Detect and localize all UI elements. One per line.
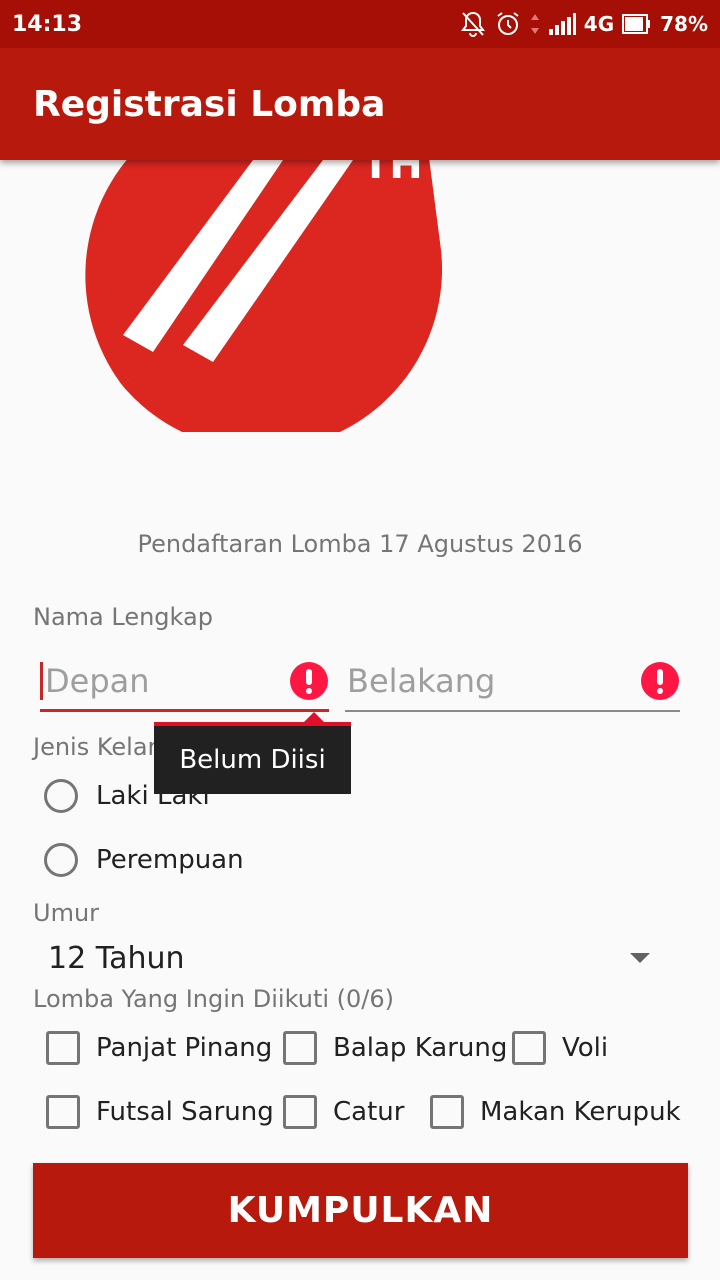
checkbox-box[interactable] — [283, 1031, 317, 1065]
dropdown-arrow-icon — [630, 953, 650, 963]
app-title: Registrasi Lomba — [33, 83, 386, 125]
radio-label: Perempuan — [96, 845, 244, 875]
app-bar: Registrasi Lomba — [0, 48, 720, 160]
competition-label: Lomba Yang Ingin Diikuti (0/6) — [33, 985, 394, 1013]
checkbox-label: Balap Karung — [333, 1033, 508, 1063]
mute-icon — [460, 10, 486, 38]
radio-circle[interactable] — [44, 843, 78, 877]
data-arrows-icon — [530, 12, 540, 36]
logo-emblem: TH — [85, 130, 442, 432]
last-name-error-icon[interactable] — [640, 661, 680, 701]
checkbox-balap-karung[interactable]: Balap Karung — [283, 1031, 507, 1065]
status-bar: 14:13 4G 78% — [0, 0, 720, 48]
checkbox-box[interactable] — [283, 1095, 317, 1129]
first-name-field[interactable]: Depan — [40, 652, 329, 712]
radio-perempuan[interactable]: Perempuan — [44, 843, 244, 877]
checkbox-makan-kerupuk[interactable]: Makan Kerupuk — [430, 1095, 681, 1129]
last-name-field[interactable]: Belakang — [345, 652, 680, 712]
checkbox-box[interactable] — [46, 1095, 80, 1129]
error-tooltip: Belum Diisi — [154, 726, 351, 794]
page-subtitle: Pendaftaran Lomba 17 Agustus 2016 — [137, 530, 583, 558]
last-name-placeholder: Belakang — [347, 662, 496, 700]
checkbox-label: Makan Kerupuk — [480, 1097, 681, 1127]
signal-icon — [548, 13, 576, 35]
battery-level: 78% — [660, 12, 708, 36]
checkbox-box[interactable] — [512, 1031, 546, 1065]
network-type: 4G — [583, 12, 615, 36]
alarm-icon — [494, 10, 522, 38]
checkbox-futsal-sarung[interactable]: Futsal Sarung — [46, 1095, 274, 1129]
status-time: 14:13 — [12, 11, 83, 37]
age-label: Umur — [33, 899, 100, 927]
checkbox-box[interactable] — [430, 1095, 464, 1129]
checkbox-label: Panjat Pinang — [96, 1033, 273, 1063]
age-dropdown[interactable]: 12 Tahun — [48, 936, 658, 980]
checkbox-label: Catur — [333, 1097, 405, 1127]
battery-icon — [622, 13, 652, 35]
checkbox-box[interactable] — [46, 1031, 80, 1065]
submit-button[interactable]: KUMPULKAN — [33, 1163, 688, 1258]
first-name-error-icon[interactable] — [289, 661, 329, 701]
first-name-placeholder: Depan — [45, 661, 150, 700]
name-label: Nama Lengkap — [33, 603, 213, 631]
checkbox-catur[interactable]: Catur — [283, 1095, 404, 1129]
checkbox-label: Futsal Sarung — [96, 1097, 274, 1127]
radio-circle[interactable] — [44, 779, 78, 813]
checkbox-label: Voli — [562, 1033, 609, 1063]
age-selected-value: 12 Tahun — [48, 940, 185, 976]
checkbox-voli[interactable]: Voli — [512, 1031, 608, 1065]
checkbox-panjat-pinang[interactable]: Panjat Pinang — [46, 1031, 272, 1065]
